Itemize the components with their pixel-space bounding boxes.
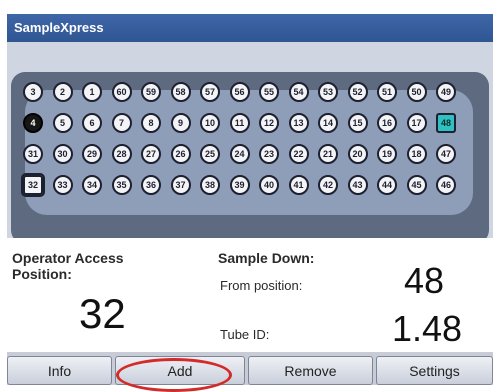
window-title-bar: SampleXpress (7, 14, 493, 42)
tube-position-23[interactable]: 23 (259, 144, 279, 164)
tube-id-value: 1.48 (392, 308, 463, 349)
tube-position-1[interactable]: 1 (82, 82, 102, 102)
tube-position-3[interactable]: 3 (23, 82, 43, 102)
tube-position-2[interactable]: 2 (52, 82, 73, 102)
tube-position-47[interactable]: 47 (436, 144, 456, 164)
tube-position-6[interactable]: 6 (82, 113, 102, 133)
tube-position-28[interactable]: 28 (111, 144, 132, 164)
tube-position-50[interactable]: 50 (406, 82, 427, 102)
from-position-value: 48 (404, 260, 445, 301)
tube-position-37[interactable]: 37 (170, 175, 191, 195)
tube-position-51[interactable]: 51 (377, 82, 397, 102)
tube-position-16[interactable]: 16 (377, 113, 397, 133)
tube-position-31[interactable]: 31 (23, 144, 43, 164)
carousel-area: 3 2 1 60 59 58 57 56 55 54 53 52 51 50 49 4 5 6 7 8 9 10 11 12 1… (7, 42, 493, 244)
tube-position-36[interactable]: 36 (141, 175, 161, 195)
tube-position-12[interactable]: 12 (259, 113, 279, 133)
tube-position-48[interactable]: 48 (436, 113, 456, 133)
tube-position-42[interactable]: 42 (318, 175, 338, 195)
info-panel: Operator Access Position: 32 Sample Down… (7, 238, 493, 350)
tube-position-17[interactable]: 17 (406, 113, 427, 133)
tube-position-10[interactable]: 10 (200, 113, 220, 133)
tube-position-35[interactable]: 35 (111, 175, 132, 195)
tube-position-54[interactable]: 54 (288, 82, 309, 102)
operator-access-value: 32 (79, 290, 126, 337)
tube-position-18[interactable]: 18 (406, 144, 427, 164)
tube-position-46[interactable]: 46 (436, 175, 456, 195)
tube-position-59[interactable]: 59 (141, 82, 161, 102)
tube-position-53[interactable]: 53 (318, 82, 338, 102)
tube-position-60[interactable]: 60 (111, 82, 132, 102)
sample-down-label: Sample Down: (218, 250, 315, 266)
remove-button[interactable]: Remove (248, 356, 373, 385)
tube-position-43[interactable]: 43 (347, 175, 368, 195)
app-title: SampleXpress (14, 20, 104, 35)
tube-position-57[interactable]: 57 (200, 82, 220, 102)
tube-position-30[interactable]: 30 (52, 144, 73, 164)
tube-position-44[interactable]: 44 (377, 175, 397, 195)
tube-position-45[interactable]: 45 (406, 175, 427, 195)
tube-position-8[interactable]: 8 (141, 113, 161, 133)
tube-position-24[interactable]: 24 (229, 144, 250, 164)
tube-position-11[interactable]: 11 (229, 113, 250, 133)
tube-position-19[interactable]: 19 (377, 144, 397, 164)
tube-position-41[interactable]: 41 (288, 175, 309, 195)
tube-position-21[interactable]: 21 (318, 144, 338, 164)
tube-position-9[interactable]: 9 (170, 113, 191, 133)
tube-position-27[interactable]: 27 (141, 144, 161, 164)
tube-position-40[interactable]: 40 (259, 175, 279, 195)
tube-position-4[interactable]: 4 (23, 113, 43, 133)
from-position-label: From position: (220, 278, 303, 293)
operator-access-label: Operator Access Position: (12, 250, 124, 282)
tube-position-56[interactable]: 56 (229, 82, 250, 102)
tube-position-29[interactable]: 29 (82, 144, 102, 164)
tube-position-39[interactable]: 39 (229, 175, 250, 195)
tube-position-5[interactable]: 5 (52, 113, 73, 133)
tube-position-38[interactable]: 38 (200, 175, 220, 195)
settings-button[interactable]: Settings (376, 356, 493, 385)
tube-position-13[interactable]: 13 (288, 113, 309, 133)
highlight-ellipse (116, 358, 232, 392)
tube-position-32[interactable]: 32 (21, 173, 45, 197)
tube-position-14[interactable]: 14 (318, 113, 338, 133)
tube-position-52[interactable]: 52 (347, 82, 368, 102)
tube-position-55[interactable]: 55 (259, 82, 279, 102)
tube-position-33[interactable]: 33 (52, 175, 73, 195)
info-button[interactable]: Info (7, 356, 112, 385)
tube-id-label: Tube ID: (220, 327, 270, 342)
button-bar: Info Add Remove Settings (7, 352, 493, 385)
tube-position-7[interactable]: 7 (111, 113, 132, 133)
tube-position-20[interactable]: 20 (347, 144, 368, 164)
tube-position-26[interactable]: 26 (170, 144, 191, 164)
tube-position-49[interactable]: 49 (436, 82, 456, 102)
tube-position-15[interactable]: 15 (347, 113, 368, 133)
tube-position-58[interactable]: 58 (170, 82, 191, 102)
tube-position-25[interactable]: 25 (200, 144, 220, 164)
tube-position-34[interactable]: 34 (82, 175, 102, 195)
tube-position-22[interactable]: 22 (288, 144, 309, 164)
